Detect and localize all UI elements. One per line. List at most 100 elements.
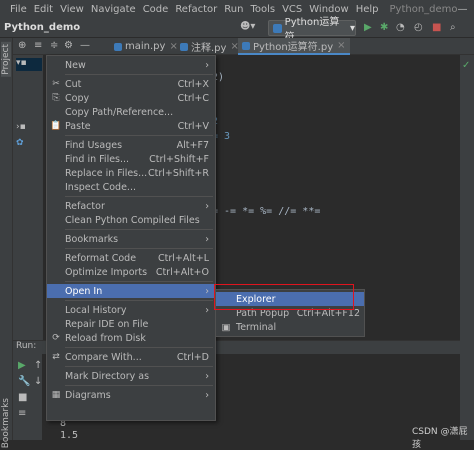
menu-item-label: Copy Path/Reference...: [65, 106, 174, 118]
menu-edit[interactable]: Edit: [34, 4, 53, 15]
compare-with-icon: ⇄: [52, 352, 60, 362]
menu-run[interactable]: Run: [224, 4, 243, 15]
menu-item-mark-directory-as[interactable]: Mark Directory as ›: [47, 369, 215, 383]
menu-item-label: Bookmarks: [65, 233, 119, 245]
menu-item-label: Find in Files...: [65, 153, 130, 165]
tab-label: Python运算符.py: [253, 42, 334, 53]
menu-item-refactor[interactable]: Refactor ›: [47, 199, 215, 213]
menu-item-compare-with[interactable]: ⇄ Compare With... Ctrl+D: [47, 350, 215, 364]
menu-item-find-in-files[interactable]: Find in Files... Ctrl+Shift+F: [47, 152, 215, 166]
user-icon[interactable]: ☻▾: [240, 21, 255, 32]
menu-refactor[interactable]: Refactor: [175, 4, 217, 15]
menu-item-label: Replace in Files...: [65, 167, 148, 179]
window-project-title: Python_demo: [389, 3, 458, 15]
menu-item-clean-python-compiled-files[interactable]: Clean Python Compiled Files: [47, 213, 215, 227]
annotation-highlight-box: [214, 284, 354, 310]
menu-item-inspect-code[interactable]: Inspect Code...: [47, 180, 215, 194]
tab-main-py[interactable]: main.py ×: [110, 38, 182, 55]
menu-item-new[interactable]: New ›: [47, 58, 215, 72]
tab-python-operators-py[interactable]: Python运算符.py ×: [238, 38, 350, 55]
copy-icon: ⎘: [52, 93, 60, 103]
collapse-icon[interactable]: ≡: [34, 40, 42, 51]
menu-item-copy-path-reference[interactable]: Copy Path/Reference...: [47, 105, 215, 119]
left-tool-strip: Project Bookmarks: [0, 38, 13, 448]
menu-item-label: Inspect Code...: [65, 181, 136, 193]
menu-shortcut: Ctrl+D: [176, 351, 209, 363]
menu-item-label: Reformat Code: [65, 252, 137, 264]
menu-view[interactable]: View: [60, 4, 84, 15]
menu-help[interactable]: Help: [356, 4, 379, 15]
paste-icon: 📋: [50, 121, 62, 131]
menu-item-optimize-imports[interactable]: Optimize Imports Ctrl+Alt+O: [47, 265, 215, 279]
menu-separator: [65, 347, 213, 348]
close-icon[interactable]: ×: [337, 40, 345, 51]
menu-navigate[interactable]: Navigate: [91, 4, 136, 15]
menu-item-repair-ide-on-file[interactable]: Repair IDE on File: [47, 317, 215, 331]
menu-item-label: New: [65, 59, 86, 71]
submenu-arrow-icon: ›: [205, 389, 209, 401]
menu-item-replace-in-files[interactable]: Replace in Files... Ctrl+Shift+R: [47, 166, 215, 180]
run-icon[interactable]: ▶: [364, 22, 372, 33]
python-file-icon: [180, 42, 188, 51]
menu-item-reload-from-disk[interactable]: ⟳ Reload from Disk: [47, 331, 215, 345]
scroll-up-icon[interactable]: ↑: [34, 360, 42, 371]
menu-item-find-usages[interactable]: Find Usages Alt+F7: [47, 138, 215, 152]
menu-tools[interactable]: Tools: [250, 4, 275, 15]
menu-item-label: Refactor: [65, 200, 105, 212]
menu-item-label: Local History: [65, 304, 127, 316]
menu-item-open-in[interactable]: Open In ›: [47, 284, 215, 298]
menu-separator: [65, 135, 213, 136]
terminal-icon: ▣: [221, 321, 231, 333]
hide-icon[interactable]: —: [80, 40, 90, 51]
python-file-icon: [273, 23, 282, 33]
run-config-selector[interactable]: Python运算符 ▾: [268, 17, 356, 43]
stop-icon[interactable]: ■: [18, 392, 27, 403]
bookmarks-tool-button[interactable]: Bookmarks: [1, 398, 11, 448]
project-breadcrumb[interactable]: Python_demo: [4, 22, 80, 33]
menu-shortcut: Ctrl+Shift+R: [147, 167, 209, 179]
tab-comments-py[interactable]: 注释.py ×: [176, 38, 243, 55]
menu-shortcut: Ctrl+X: [177, 78, 209, 90]
menu-item-label: Reload from Disk: [65, 332, 146, 344]
menu-item-bookmarks[interactable]: Bookmarks ›: [47, 232, 215, 246]
menu-item-label: Repair IDE on File: [65, 318, 149, 330]
layout-icon[interactable]: ≡: [18, 408, 26, 419]
python-file-icon: [242, 41, 250, 50]
inspection-ok-icon[interactable]: ✓: [462, 60, 470, 71]
coverage-icon[interactable]: ◔: [396, 22, 405, 33]
submenu-item-terminal[interactable]: ▣ Terminal: [216, 320, 364, 334]
minimize-button[interactable]: —: [458, 4, 468, 15]
tab-label: main.py: [125, 41, 166, 52]
stop-icon[interactable]: ■: [432, 22, 441, 33]
menu-item-reformat-code[interactable]: Reformat Code Ctrl+Alt+L: [47, 251, 215, 265]
menu-item-local-history[interactable]: Local History ›: [47, 303, 215, 317]
code-line: = -= *= %= //= **=: [212, 206, 321, 217]
menu-item-cut[interactable]: ✂ Cut Ctrl+X: [47, 77, 215, 91]
profile-icon[interactable]: ◴: [414, 22, 423, 33]
menu-item-diagrams[interactable]: ▦ Diagrams ›: [47, 388, 215, 402]
chevron-down-icon: ▾: [349, 22, 355, 34]
gear-icon[interactable]: ⚙: [64, 40, 73, 51]
rerun-icon[interactable]: ▶: [18, 360, 26, 371]
menu-item-paste[interactable]: 📋 Paste Ctrl+V: [47, 119, 215, 133]
menu-item-label: Mark Directory as: [65, 370, 150, 382]
menu-separator: [65, 385, 213, 386]
menu-separator: [65, 74, 213, 75]
expand-icon[interactable]: ≑: [50, 40, 58, 51]
menu-separator: [65, 229, 213, 230]
tree-item-external-libraries[interactable]: ›▪: [16, 122, 42, 135]
search-icon[interactable]: ⌕: [450, 22, 456, 33]
menu-item-copy[interactable]: ⎘ Copy Ctrl+C: [47, 91, 215, 105]
tree-item-project-root[interactable]: ▾▪: [16, 58, 42, 71]
tree-item-scratches[interactable]: ✿: [16, 138, 42, 151]
menu-item-label: Copy: [65, 92, 90, 104]
project-tool-button[interactable]: Project: [1, 42, 11, 77]
wrench-icon[interactable]: 🔧: [18, 376, 30, 387]
menu-file[interactable]: File: [10, 4, 27, 15]
submenu-arrow-icon: ›: [205, 233, 209, 245]
debug-icon[interactable]: ✱: [380, 22, 388, 33]
menu-shortcut: Ctrl+Alt+L: [158, 252, 209, 264]
target-icon[interactable]: ⊕: [18, 40, 26, 51]
scroll-down-icon[interactable]: ↓: [34, 376, 42, 387]
menu-code[interactable]: Code: [143, 4, 169, 15]
